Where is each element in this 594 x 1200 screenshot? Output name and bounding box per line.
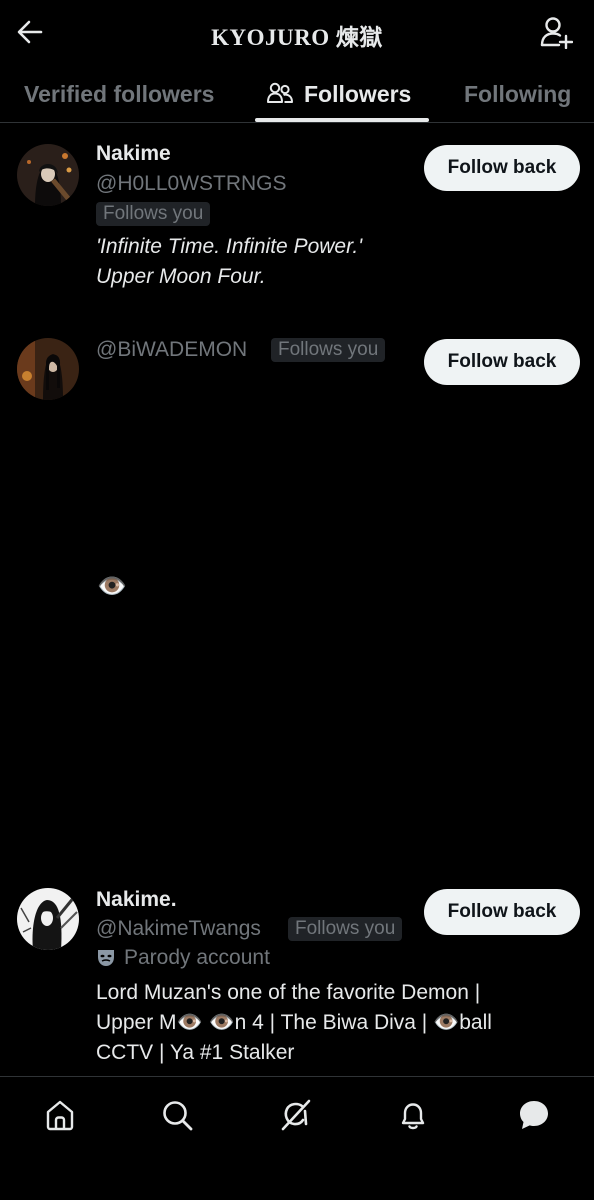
nav-grok[interactable] (276, 1095, 316, 1135)
nav-search[interactable] (157, 1095, 197, 1135)
parody-label: Parody account (96, 946, 270, 970)
page-title: KYOJURO 煉獄 (211, 25, 383, 50)
follower-tabs: Verified followers Followers Following (0, 66, 594, 123)
tab-followers[interactable]: Followers (266, 66, 411, 122)
search-icon (160, 1098, 194, 1132)
nav-notifications[interactable] (393, 1095, 433, 1135)
avatar[interactable] (17, 144, 79, 206)
follows-you-badge: Follows you (271, 338, 386, 362)
home-icon (43, 1098, 77, 1132)
add-user-icon (539, 15, 573, 49)
follower-name[interactable]: Nakime. (96, 888, 177, 912)
tab-label: Following (464, 80, 572, 107)
nav-messages[interactable] (514, 1095, 554, 1135)
follower-bio-line: Upper M👁️ 👁️n 4 | The Biwa Diva | 👁️ball (96, 1011, 492, 1034)
grok-icon (278, 1097, 314, 1133)
follower-bio-line: CCTV | Ya #1 Stalker (96, 1041, 295, 1064)
follower-row[interactable]: Nakime @H0LL0WSTRNGS Follows you 'Infini… (0, 122, 594, 322)
avatar[interactable] (17, 888, 79, 950)
theater-mask-icon (96, 948, 116, 968)
tab-following[interactable]: Following (464, 66, 571, 122)
avatar[interactable] (17, 338, 79, 400)
tab-verified-followers[interactable]: Verified followers (24, 66, 214, 122)
follower-bio-line: 'Infinite Time. Infinite Power.' (96, 235, 363, 258)
follower-handle[interactable]: @NakimeTwangs (96, 917, 261, 941)
people-icon (266, 80, 294, 108)
follower-row[interactable]: Nakime. @NakimeTwangs Follows you Parody… (0, 872, 594, 1076)
follow-back-button[interactable]: Follow back (424, 889, 580, 935)
notifications-icon (396, 1098, 430, 1132)
messages-icon (516, 1097, 552, 1133)
follower-handle[interactable]: @H0LL0WSTRNGS (96, 172, 287, 196)
top-bar: KYOJURO 煉獄 (0, 0, 594, 66)
tab-label: Verified followers (24, 80, 215, 107)
follower-bio-line: Upper Moon Four. (96, 265, 266, 288)
follower-handle[interactable]: @BiWADEMON (96, 338, 247, 362)
follows-you-badge: Follows you (96, 202, 211, 226)
followers-page: KYOJURO 煉獄 Verified followers Followers … (0, 0, 594, 1200)
follows-you-badge: Follows you (288, 917, 403, 941)
follow-back-button[interactable]: Follow back (424, 339, 580, 385)
parody-text: Parody account (124, 946, 270, 969)
bottom-navigation (0, 1076, 594, 1200)
follower-bio: 👁️ (97, 573, 127, 600)
tab-label: Followers (304, 80, 412, 107)
add-user-button[interactable] (538, 14, 574, 50)
follower-name[interactable]: Nakime (96, 142, 171, 166)
follower-bio-line: Lord Muzan's one of the favorite Demon | (96, 981, 481, 1004)
follower-row[interactable]: @BiWADEMON Follows you Follow back (0, 322, 594, 872)
follow-back-button[interactable]: Follow back (424, 145, 580, 191)
nav-home[interactable] (40, 1095, 80, 1135)
